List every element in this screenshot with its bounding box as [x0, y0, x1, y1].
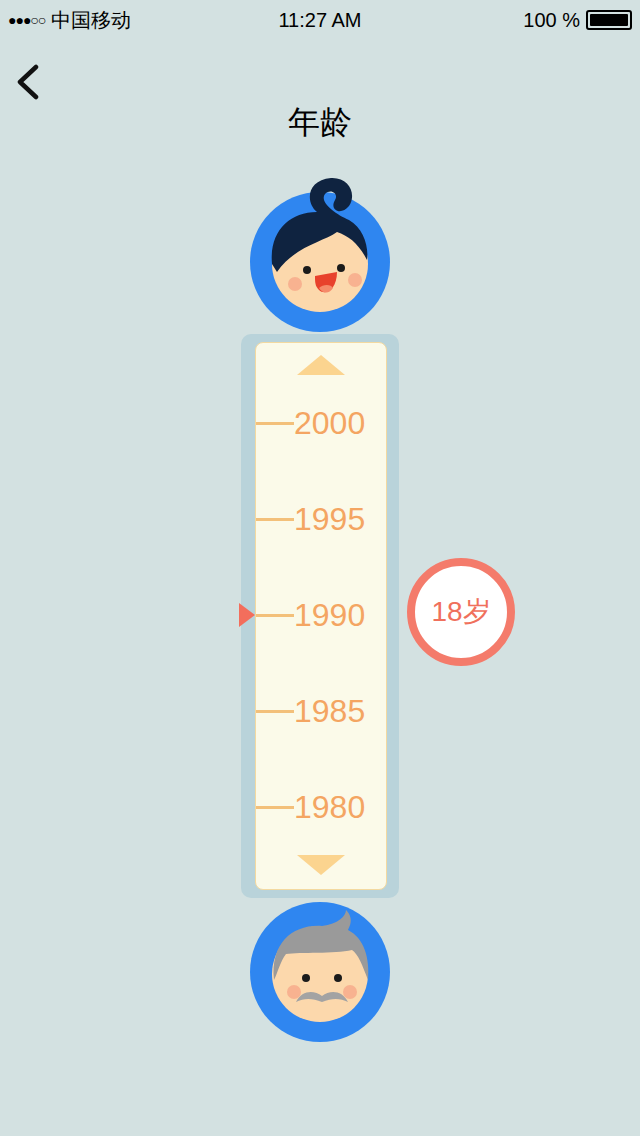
- age-screen: ●●●○○ 中国移动 11:27 AM 100 % 年龄 2000 1995 1990 1985…: [0, 0, 640, 1136]
- battery-icon: [586, 10, 632, 30]
- year-tick[interactable]: 1980: [256, 759, 386, 855]
- age-badge: 18岁: [407, 558, 515, 666]
- old-avatar-icon: [250, 902, 390, 1042]
- status-bar: ●●●○○ 中国移动 11:27 AM 100 %: [0, 0, 640, 40]
- age-picker: 2000 1995 1990 1985 1980 18岁: [0, 172, 640, 1042]
- battery-percent: 100 %: [523, 5, 580, 35]
- back-button[interactable]: [14, 62, 46, 102]
- year-tick[interactable]: 2000: [256, 375, 386, 471]
- year-label: 2000: [294, 403, 365, 443]
- year-label: 1985: [294, 691, 365, 731]
- year-tick[interactable]: 1990: [256, 567, 386, 663]
- year-label: 1980: [294, 787, 365, 827]
- year-slider[interactable]: 2000199519901985198018岁: [241, 334, 399, 898]
- clock: 11:27 AM: [278, 5, 361, 35]
- signal-strength: ●●●○○: [8, 10, 45, 31]
- scroll-up-icon[interactable]: [297, 355, 345, 375]
- young-avatar-icon: [245, 172, 395, 332]
- scroll-down-icon[interactable]: [297, 855, 345, 875]
- nav-bar: 年龄: [0, 40, 640, 142]
- year-tick[interactable]: 1985: [256, 663, 386, 759]
- year-label: 1990: [294, 595, 365, 635]
- back-chevron-icon: [14, 64, 42, 100]
- carrier: 中国移动: [51, 5, 131, 35]
- year-tick[interactable]: 1995: [256, 471, 386, 567]
- year-label: 1995: [294, 499, 365, 539]
- year-scale: 2000 1995 1990 1985 1980: [255, 342, 387, 890]
- pointer-icon: [239, 603, 255, 627]
- page-title: 年龄: [14, 102, 626, 142]
